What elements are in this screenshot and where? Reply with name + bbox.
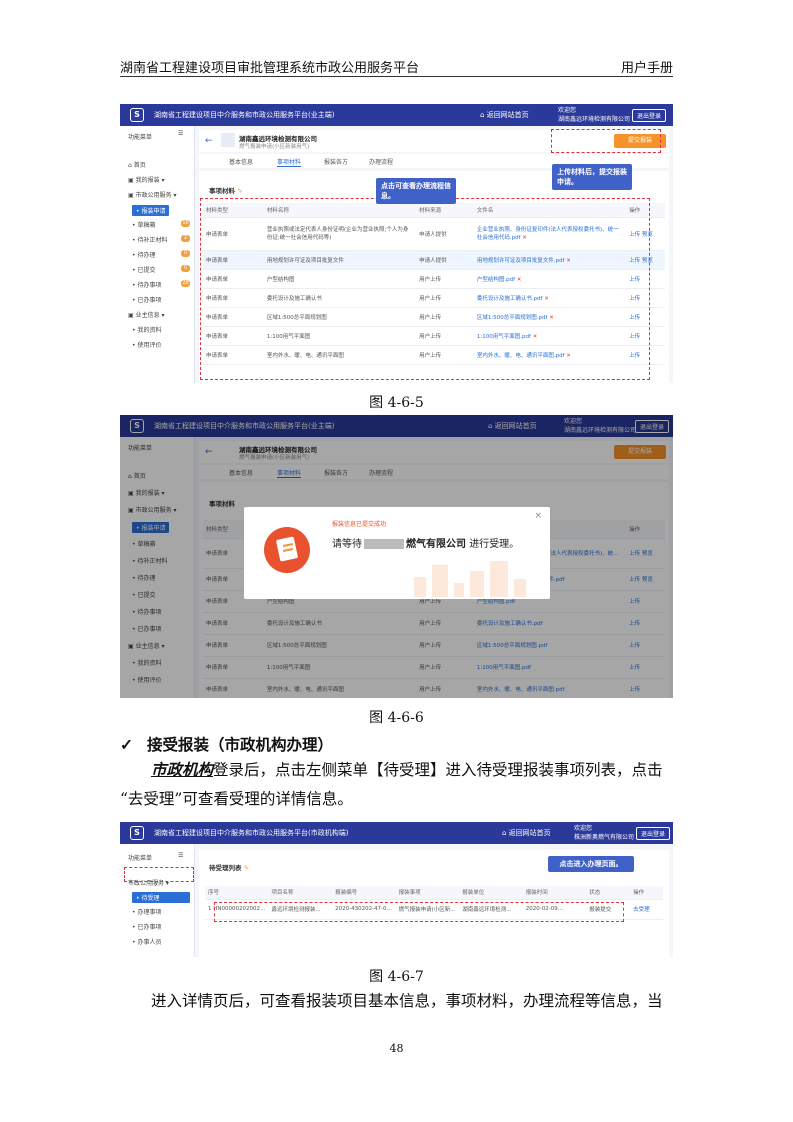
tab-materials[interactable]: 事项材料 (277, 157, 302, 167)
section-heading: ✓ 接受报装（市政机构办理） (120, 735, 334, 754)
sidebar: 功能菜单 ☰ 市政公用服务 ▾ • 待受理 • 办理事项 • 已办事项 • 办事… (120, 844, 195, 957)
sidebar-item-submitted[interactable]: • 已提交 0 (132, 265, 190, 274)
sidebar-item-done[interactable]: • 已办事项 (132, 295, 161, 304)
screenshot-fig-4-6-5: S 湖南省工程建设项目中介服务和市政公用服务平台(业主端) ⌂ 返回网站首页 欢… (120, 104, 673, 383)
sidebar-item-rating[interactable]: • 使用评价 (132, 340, 161, 349)
skyline-decoration (404, 557, 544, 597)
welcome-block: 欢迎您 湖南鑫远环境检测有限公司 (558, 107, 631, 123)
sidebar-item-correction[interactable]: • 待补正材料 2 (132, 235, 190, 244)
callout-accept: 点击进入办理页面。 (548, 856, 634, 872)
sidebar-item-pending-accept[interactable]: • 待受理 (132, 892, 190, 903)
project-name: 燃气报装申请(小区新装用气) (239, 144, 310, 150)
sidebar-item-profile[interactable]: • 我的资料 (132, 325, 161, 334)
paragraph-1-line-2: “去受理”可查看受理的详情信息。 (120, 790, 353, 808)
top-bar: S 湖南省工程建设项目中介服务和市政公用服务平台(市政机构端) ⌂ 返回网站首页… (120, 822, 673, 844)
sidebar-item-home[interactable]: ⌂ 首页 (128, 160, 146, 169)
project-thumb (221, 133, 235, 147)
sidebar-item-my-apply[interactable]: ▣ 我的报装 ▾ (128, 175, 165, 184)
redacted-block (364, 539, 404, 549)
home-link[interactable]: ⌂ 返回网站首页 (480, 110, 529, 120)
success-modal: × 报装信息已提交成功 请等待 燃气有限公司 进行受理。 (244, 507, 550, 599)
paragraph-1-line-1: 市政机构登录后，点击左侧菜单【待受理】进入待受理报装事项列表，点击 (151, 760, 663, 779)
highlight-row (214, 902, 624, 922)
caption-fig-4-6-5: 图 4-6-5 (369, 395, 424, 411)
go-accept-link[interactable]: 去受理 (630, 899, 663, 920)
page-number: 48 (389, 1042, 404, 1055)
callout-process: 点击可查看办理流程信息。 (376, 178, 456, 204)
sidebar-item-owner[interactable]: ▣ 业主信息 ▾ (128, 310, 165, 319)
emphasis-municipal: 市政机构 (151, 760, 214, 779)
logout-button[interactable]: 退出登录 (632, 109, 667, 122)
logout-button[interactable]: 退出登录 (636, 827, 671, 840)
platform-title: 湖南省工程建设项目中介服务和市政公用服务平台(市政机构端) (154, 829, 349, 837)
sidebar-item-municipal[interactable]: ▣ 市政公用服务 ▾ (128, 190, 177, 199)
screenshot-fig-4-6-6: S 湖南省工程建设项目中介服务和市政公用服务平台(业主端) ⌂ 返回网站首页 欢… (120, 415, 673, 698)
home-link-label: 返回网站首页 (486, 111, 529, 119)
success-illustration-icon (264, 527, 310, 573)
section-title: 事项材料 ✎ (209, 187, 243, 195)
check-icon: ✓ (120, 735, 133, 754)
header-right: 用户手册 (620, 61, 673, 76)
highlight-submit (551, 129, 661, 153)
close-icon[interactable]: × (534, 511, 542, 521)
edit-icon: ✎ (237, 187, 243, 195)
edit-icon: ✎ (243, 864, 250, 872)
header-divider (120, 76, 673, 77)
sidebar-item-pending[interactable]: • 待办理 0 (132, 250, 190, 259)
tab-parties[interactable]: 报装各方 (324, 157, 348, 166)
highlight-sidebar (124, 867, 194, 882)
sidebar: 功能菜单 ☰ ⌂ 首页 ▣ 我的报装 ▾ ▣ 市政公用服务 ▾ • 报装申请 •… (120, 126, 195, 383)
sidebar-title: 功能菜单 (128, 855, 153, 862)
modal-message: 请等待 燃气有限公司 进行受理。 (332, 539, 520, 550)
highlight-materials (200, 198, 650, 380)
logo-icon: S (130, 826, 144, 840)
sidebar-item-draft[interactable]: • 草稿箱 16 (132, 220, 190, 229)
sidebar-item-done[interactable]: • 已办事项 (132, 922, 161, 931)
sidebar-item-staff[interactable]: • 办事人员 (132, 937, 161, 946)
sidebar-item-apply[interactable]: • 报装申请 (132, 205, 170, 216)
logo-icon: S (130, 108, 144, 122)
header-title: 湖南省工程建设项目审批管理系统市政公用服务平台 (120, 61, 420, 76)
welcome-block: 欢迎您 株洲新奥燃气有限公司 (574, 825, 635, 841)
sidebar-title: 功能菜单 (128, 134, 153, 141)
caption-fig-4-6-7: 图 4-6-7 (369, 969, 424, 985)
section-title: 待受理列表 ✎ (209, 864, 250, 872)
tab-basic[interactable]: 基本信息 (229, 157, 253, 166)
menu-icon[interactable]: ☰ (178, 852, 183, 859)
caption-fig-4-6-6: 图 4-6-6 (369, 710, 424, 726)
screenshot-fig-4-6-7: S 湖南省工程建设项目中介服务和市政公用服务平台(市政机构端) ⌂ 返回网站首页… (120, 822, 673, 957)
home-link[interactable]: ⌂ 返回网站首页 (502, 828, 551, 838)
menu-icon[interactable]: ☰ (178, 130, 183, 137)
paragraph-2: 进入详情页后，可查看报装项目基本信息，事项材料，办理流程等信息，当 (151, 992, 663, 1010)
tab-process[interactable]: 办理流程 (369, 157, 393, 166)
sidebar-item-todo[interactable]: • 待办事项 28 (132, 280, 190, 289)
modal-subtitle: 报装信息已提交成功 (332, 521, 387, 528)
sidebar-item-processing[interactable]: • 办理事项 (132, 907, 161, 916)
back-arrow-icon[interactable]: ← (205, 136, 213, 146)
top-bar: S 湖南省工程建设项目中介服务和市政公用服务平台(业主端) ⌂ 返回网站首页 欢… (120, 104, 673, 126)
platform-title: 湖南省工程建设项目中介服务和市政公用服务平台(业主端) (154, 111, 335, 119)
callout-submit: 上传材料后，提交报装申请。 (552, 164, 632, 190)
